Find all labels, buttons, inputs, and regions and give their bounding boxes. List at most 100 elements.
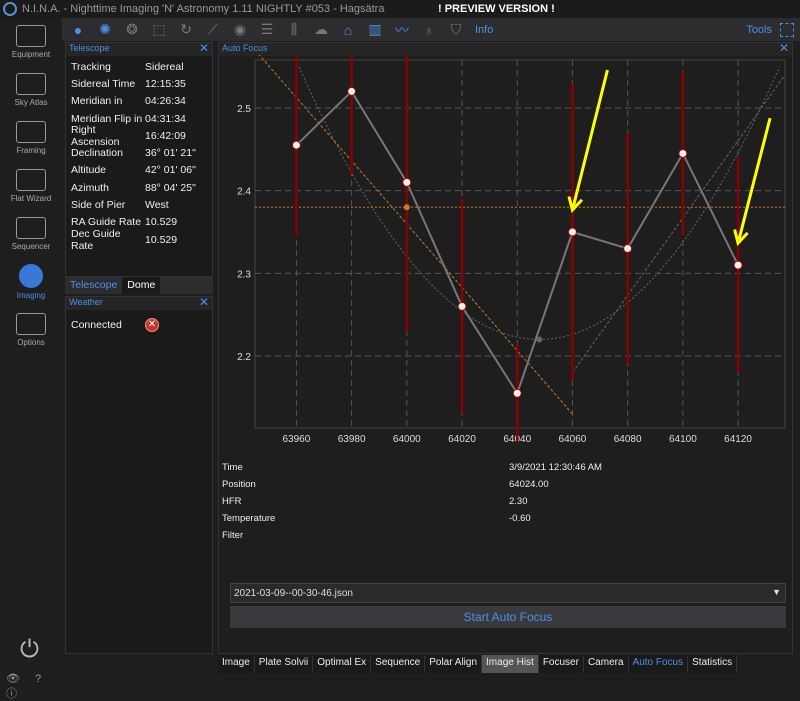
- data-point: [733, 260, 743, 270]
- row-label: Azimuth: [71, 181, 109, 194]
- guider-icon[interactable]: ◉: [229, 21, 251, 39]
- list-icon[interactable]: ☰: [256, 21, 278, 39]
- x-tick-label: 64080: [614, 434, 642, 445]
- tools-icon[interactable]: [780, 22, 794, 37]
- row-value: 04:26:34: [145, 95, 186, 108]
- x-tick-label: 64100: [669, 434, 697, 445]
- tab-optimal-ex[interactable]: Optimal Ex: [313, 655, 372, 673]
- telescope-row: Altitude 42° 01' 06": [66, 162, 212, 179]
- shield-icon[interactable]: ⛉: [445, 21, 467, 39]
- intersection-point: [403, 204, 410, 211]
- aperture-icon[interactable]: ✺: [94, 21, 116, 39]
- dropdown-arrow-icon: ▼: [772, 587, 781, 597]
- info-label: Position: [222, 479, 256, 490]
- tab-plate-solvii[interactable]: Plate Solvii: [254, 655, 314, 673]
- tab-polar-align[interactable]: Polar Align: [425, 655, 483, 673]
- x-tick-label: 64120: [724, 434, 752, 445]
- data-point: [623, 244, 633, 254]
- tab-telescope[interactable]: Telescope: [65, 277, 122, 294]
- info-value: 64024.00: [509, 479, 549, 490]
- info-value: -0.60: [509, 513, 531, 524]
- power-icon[interactable]: ⏻: [20, 636, 39, 664]
- sidebar-bottom-icons[interactable]: 👁 ? ⓘ: [6, 672, 62, 701]
- tab-sequence[interactable]: Sequence: [371, 655, 426, 673]
- tools-button[interactable]: Tools: [746, 24, 772, 36]
- y-tick-label: 2.3: [237, 269, 251, 280]
- tab-image-hist[interactable]: Image Hist: [482, 655, 539, 673]
- graph-icon[interactable]: 〰: [391, 21, 413, 39]
- row-label: RA Guide Rate: [71, 216, 142, 229]
- row-value: 88° 04' 25": [145, 181, 196, 194]
- telescope-row: Sidereal Time 12:15:35: [66, 75, 212, 92]
- sidebar-item-label: Sequencer: [11, 242, 51, 251]
- x-tick-label: 64020: [448, 434, 476, 445]
- tab-image[interactable]: Image: [218, 655, 255, 673]
- telescope-row: Azimuth 88° 04' 25": [66, 179, 212, 196]
- tab-statistics[interactable]: Statistics: [688, 655, 738, 673]
- weather-panel: Weather ✕ Connected ✕: [65, 295, 213, 654]
- autofocus-file-select[interactable]: 2021-03-09--00-30-46.json ▼: [230, 583, 786, 603]
- sidebar-item-flat-wizard[interactable]: Flat Wizard: [0, 162, 62, 210]
- window-title: N.I.N.A. - Nighttime Imaging 'N' Astrono…: [22, 3, 385, 15]
- crop-icon[interactable]: ⬚: [148, 21, 170, 39]
- sidebar-item-sequencer[interactable]: Sequencer: [0, 210, 62, 258]
- close-icon[interactable]: ✕: [199, 41, 209, 55]
- info-button[interactable]: Info: [475, 24, 493, 36]
- sidebar-item-equipment[interactable]: Equipment: [0, 18, 62, 66]
- row-value: 12:15:35: [145, 77, 186, 90]
- data-point: [402, 177, 412, 187]
- filter-wheel-icon[interactable]: ❂: [121, 21, 143, 39]
- rotator-icon[interactable]: ↻: [175, 21, 197, 39]
- row-value: West: [145, 199, 169, 212]
- tab-dome[interactable]: Dome: [122, 277, 161, 294]
- sidebar-item-options[interactable]: Options: [0, 306, 62, 354]
- autofocus-chart: 6396063980640006402064040640606408064100…: [237, 55, 786, 445]
- autofocus-info-row: Position 64024.00: [222, 479, 549, 490]
- data-point: [678, 148, 688, 158]
- sidebar-item-framing[interactable]: Framing: [0, 114, 62, 162]
- tab-auto-focus[interactable]: Auto Focus: [628, 655, 689, 673]
- x-tick-label: 63960: [283, 434, 311, 445]
- row-value: 36° 01' 21": [145, 147, 196, 160]
- info-value: 2.30: [509, 496, 528, 507]
- sidebar-item-imaging[interactable]: Imaging: [0, 258, 62, 306]
- data-point: [512, 388, 522, 398]
- sidebar-item-label: Framing: [16, 146, 46, 155]
- telescope-panel-title: Telescope: [69, 43, 110, 53]
- imaging-circle-icon[interactable]: ●: [67, 21, 89, 39]
- sidebar-item-label: Imaging: [16, 291, 46, 300]
- tab-focuser[interactable]: Focuser: [538, 655, 584, 673]
- telescope-row: Declination 36° 01' 21": [66, 144, 212, 161]
- row-label: Declination: [71, 147, 123, 160]
- x-tick-label: 64000: [393, 434, 421, 445]
- sidebar-item-sky-atlas[interactable]: Sky Atlas: [0, 66, 62, 114]
- close-icon[interactable]: ✕: [199, 295, 209, 309]
- cloud-icon[interactable]: ☁: [310, 21, 332, 39]
- telescope-panel: Telescope ✕ Tracking Sidereal Sidereal Time…: [65, 41, 213, 277]
- sidebar-item-label: Flat Wizard: [10, 194, 52, 203]
- y-tick-label: 2.4: [237, 187, 251, 198]
- imaging-icon: [19, 264, 43, 288]
- flat-wizard-icon: [16, 169, 46, 191]
- sidebar: Equipment Sky Atlas Framing Flat Wizard Sequ…: [0, 18, 62, 700]
- tab-camera[interactable]: Camera: [583, 655, 629, 673]
- chart-bar-icon[interactable]: ▥: [364, 21, 386, 39]
- row-value: 42° 01' 06": [145, 164, 196, 177]
- sliders-icon[interactable]: ⫼: [283, 21, 305, 39]
- autofocus-info-row: HFR 2.30: [222, 496, 528, 507]
- equipment-icon: [16, 25, 46, 47]
- info-label: Time: [222, 462, 243, 473]
- row-value: 16:42:09: [145, 129, 186, 142]
- x-tick-label: 63980: [338, 434, 366, 445]
- telescope-icon[interactable]: ⟋: [202, 21, 224, 39]
- telescope-row: Tracking Sidereal: [66, 58, 212, 75]
- start-autofocus-button[interactable]: Start Auto Focus: [230, 606, 786, 628]
- title-bar: N.I.N.A. - Nighttime Imaging 'N' Astrono…: [0, 0, 800, 18]
- row-label: Right Ascension: [71, 123, 120, 148]
- close-icon[interactable]: ✕: [779, 41, 789, 55]
- bulb-icon[interactable]: ♁: [418, 21, 440, 39]
- bottom-tabs: Image Plate Solvii Optimal Ex Sequence Polar…: [218, 655, 738, 673]
- row-value: Sidereal: [145, 60, 184, 73]
- dome-icon[interactable]: ⌂: [337, 21, 359, 39]
- telescope-row: Side of Pier West: [66, 196, 212, 213]
